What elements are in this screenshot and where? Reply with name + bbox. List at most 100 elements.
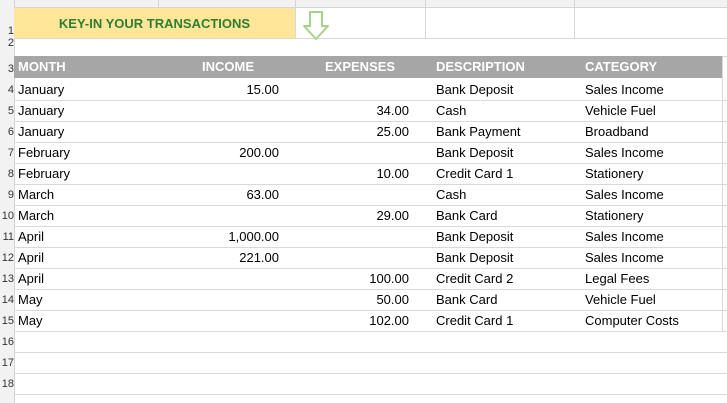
banner-title[interactable]: KEY-IN YOUR TRANSACTIONS	[14, 8, 295, 38]
gridline-vertical	[295, 7, 296, 38]
cell-description[interactable]: Bank Card	[436, 289, 497, 310]
cell-month[interactable]: January	[18, 100, 64, 121]
row-number[interactable]: 15	[0, 311, 14, 332]
header-description[interactable]: DESCRIPTION	[436, 56, 525, 78]
cell-expenses[interactable]: 29.00	[295, 205, 409, 226]
cell-month[interactable]: May	[18, 310, 43, 331]
cell-month[interactable]: February	[18, 142, 70, 163]
cell-expenses[interactable]: 34.00	[295, 100, 409, 121]
header-category[interactable]: CATEGORY	[585, 56, 657, 78]
column-divider[interactable]	[295, 0, 296, 7]
cell-month[interactable]: January	[18, 79, 64, 100]
row-number[interactable]: 4	[0, 80, 14, 101]
row-number[interactable]: 8	[0, 164, 14, 185]
cell-expenses[interactable]: 25.00	[295, 121, 409, 142]
cell-category[interactable]: Stationery	[585, 163, 644, 184]
gridline	[14, 38, 727, 39]
row-number[interactable]: 17	[0, 353, 14, 374]
cell-category[interactable]: Sales Income	[585, 79, 664, 100]
cell-month[interactable]: April	[18, 226, 44, 247]
row-number[interactable]: 12	[0, 248, 14, 269]
row-number[interactable]: 9	[0, 185, 14, 206]
cell-income[interactable]: 63.00	[158, 184, 279, 205]
column-divider[interactable]	[425, 0, 426, 7]
cell-expenses[interactable]: 100.00	[295, 268, 409, 289]
cell-income[interactable]	[158, 268, 279, 289]
cell-category[interactable]: Vehicle Fuel	[585, 289, 656, 310]
cell-category[interactable]: Computer Costs	[585, 310, 679, 331]
cell-description[interactable]: Cash	[436, 100, 466, 121]
gridline-vertical	[425, 7, 426, 38]
cell-expenses[interactable]: 50.00	[295, 289, 409, 310]
cell-month[interactable]: April	[18, 268, 44, 289]
column-divider[interactable]	[14, 0, 15, 7]
cell-income[interactable]: 15.00	[158, 79, 279, 100]
cell-income[interactable]	[158, 205, 279, 226]
row-number[interactable]: 3	[0, 59, 14, 80]
header-expenses[interactable]: EXPENSES	[325, 56, 395, 78]
cell-month[interactable]: February	[18, 163, 70, 184]
row-number[interactable]: 11	[0, 227, 14, 248]
cell-income[interactable]	[158, 100, 279, 121]
cell-month[interactable]: January	[18, 121, 64, 142]
row-number[interactable]: 13	[0, 269, 14, 290]
cell-category[interactable]: Vehicle Fuel	[585, 100, 656, 121]
row-number[interactable]: 16	[0, 332, 14, 353]
cell-description[interactable]: Bank Deposit	[436, 226, 513, 247]
row-number[interactable]: 6	[0, 122, 14, 143]
down-arrow-icon	[303, 11, 329, 40]
cell-category[interactable]: Sales Income	[585, 142, 664, 163]
cell-expenses[interactable]: 10.00	[295, 163, 409, 184]
cell-income[interactable]: 200.00	[158, 142, 279, 163]
cell-month[interactable]: May	[18, 289, 43, 310]
row-number[interactable]: 5	[0, 101, 14, 122]
cell-month[interactable]: April	[18, 247, 44, 268]
cell-expenses[interactable]	[295, 247, 409, 268]
row-number[interactable]: 7	[0, 143, 14, 164]
cell-expenses[interactable]	[295, 226, 409, 247]
cell-month[interactable]: March	[18, 205, 54, 226]
column-divider[interactable]	[574, 0, 575, 7]
header-month[interactable]: MONTH	[18, 56, 66, 78]
cell-category[interactable]: Sales Income	[585, 247, 664, 268]
gridline	[14, 373, 727, 374]
cell-income[interactable]	[158, 310, 279, 331]
cell-description[interactable]: Credit Card 1	[436, 310, 513, 331]
cell-category[interactable]: Sales Income	[585, 226, 664, 247]
cell-income[interactable]	[158, 289, 279, 310]
cell-expenses[interactable]: 102.00	[295, 310, 409, 331]
gridline-vertical	[722, 56, 723, 331]
gridline	[14, 394, 727, 395]
cell-income[interactable]	[158, 121, 279, 142]
cell-description[interactable]: Bank Deposit	[436, 142, 513, 163]
column-divider[interactable]	[158, 0, 159, 7]
cell-category[interactable]: Legal Fees	[585, 268, 649, 289]
cell-category[interactable]: Sales Income	[585, 184, 664, 205]
cell-expenses[interactable]	[295, 142, 409, 163]
cell-category[interactable]: Broadband	[585, 121, 649, 142]
cell-expenses[interactable]	[295, 79, 409, 100]
gridline	[14, 331, 727, 332]
cell-description[interactable]: Bank Payment	[436, 121, 521, 142]
cell-expenses[interactable]	[295, 184, 409, 205]
row-number[interactable]: 2	[0, 33, 14, 54]
row-number[interactable]: 14	[0, 290, 14, 311]
row-number[interactable]: 18	[0, 374, 14, 395]
cell-income[interactable]: 1,000.00	[158, 226, 279, 247]
gridline-vertical	[574, 7, 575, 38]
cell-description[interactable]: Bank Deposit	[436, 247, 513, 268]
table-header-row: MONTH INCOME EXPENSES DESCRIPTION CATEGO…	[14, 56, 722, 78]
cell-description[interactable]: Bank Deposit	[436, 79, 513, 100]
row-header-column: 1 2 3 4 5 6 7 8 9 10 11 12 13 14 15 16 1…	[0, 7, 15, 403]
header-income[interactable]: INCOME	[202, 56, 254, 78]
cell-month[interactable]: March	[18, 184, 54, 205]
cell-description[interactable]: Cash	[436, 184, 466, 205]
cell-income[interactable]	[158, 163, 279, 184]
cell-description[interactable]: Credit Card 2	[436, 268, 513, 289]
cell-category[interactable]: Stationery	[585, 205, 644, 226]
cell-income[interactable]: 221.00	[158, 247, 279, 268]
gridline	[14, 352, 727, 353]
cell-description[interactable]: Credit Card 1	[436, 163, 513, 184]
row-number[interactable]: 10	[0, 206, 14, 227]
cell-description[interactable]: Bank Card	[436, 205, 497, 226]
